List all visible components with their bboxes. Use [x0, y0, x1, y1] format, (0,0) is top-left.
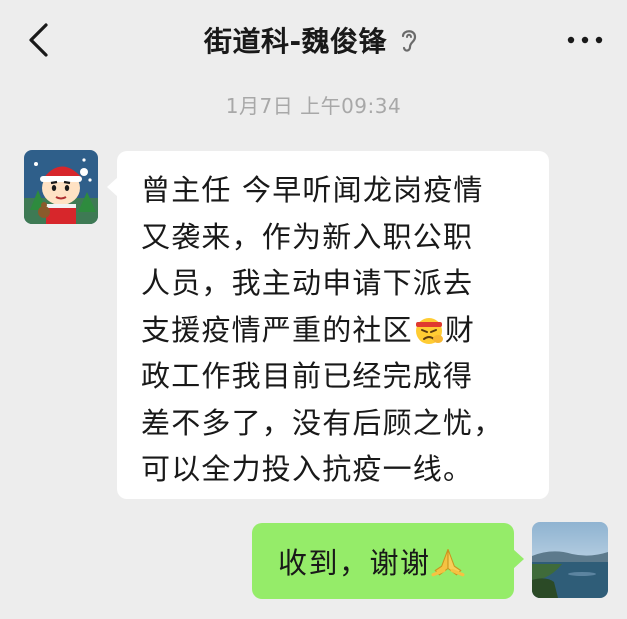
chevron-left-icon [29, 23, 48, 57]
chat-screen: 街道科-魏俊锋 1月7日 上午09:34 曾主任 今早听闻龙岗疫情 又袭来，作为… [0, 0, 627, 619]
message-line: 曾主任 今早听闻龙岗疫情 [141, 173, 484, 207]
message-segment: 财 [444, 312, 476, 347]
back-button[interactable] [18, 18, 58, 62]
more-dots-icon [567, 36, 603, 44]
chat-header: 街道科-魏俊锋 [0, 0, 627, 80]
message-line: 人员，我主动申请下派去 [141, 266, 474, 300]
determined-face-emoji [415, 317, 443, 344]
message-line: 可以全力投入抗疫一线。 [141, 452, 474, 486]
incoming-message-bubble[interactable]: 曾主任 今早听闻龙岗疫情 又袭来，作为新入职公职 人员，我主动申请下派去 支援疫… [107, 151, 549, 499]
contact-avatar[interactable] [24, 150, 98, 224]
message-line: 支援疫情严重的社区 财 [141, 307, 529, 354]
message-line: 政工作我目前已经完成得 [141, 359, 474, 393]
message-segment: 收到，谢谢 [278, 546, 431, 580]
more-button[interactable] [563, 22, 607, 58]
outgoing-message-bubble[interactable]: 收到，谢谢 [252, 523, 524, 599]
incoming-message-text: 曾主任 今早听闻龙岗疫情 又袭来，作为新入职公职 人员，我主动申请下派去 支援疫… [141, 167, 529, 493]
message-segment: 支援疫情严重的社区 [141, 312, 413, 347]
chat-title-group: 街道科-魏俊锋 [204, 20, 423, 60]
outgoing-message-text: 收到，谢谢 [278, 540, 465, 582]
user-avatar[interactable] [532, 522, 608, 598]
ear-muted-icon [397, 26, 423, 54]
message-timestamp: 1月7日 上午09:34 [225, 94, 402, 118]
message-line: 差不多了，没有后顾之忧， [141, 405, 504, 440]
praying-hands-emoji [431, 549, 464, 577]
chat-title: 街道科-魏俊锋 [203, 25, 388, 58]
message-line: 又袭来，作为新入职公职 [141, 219, 474, 254]
